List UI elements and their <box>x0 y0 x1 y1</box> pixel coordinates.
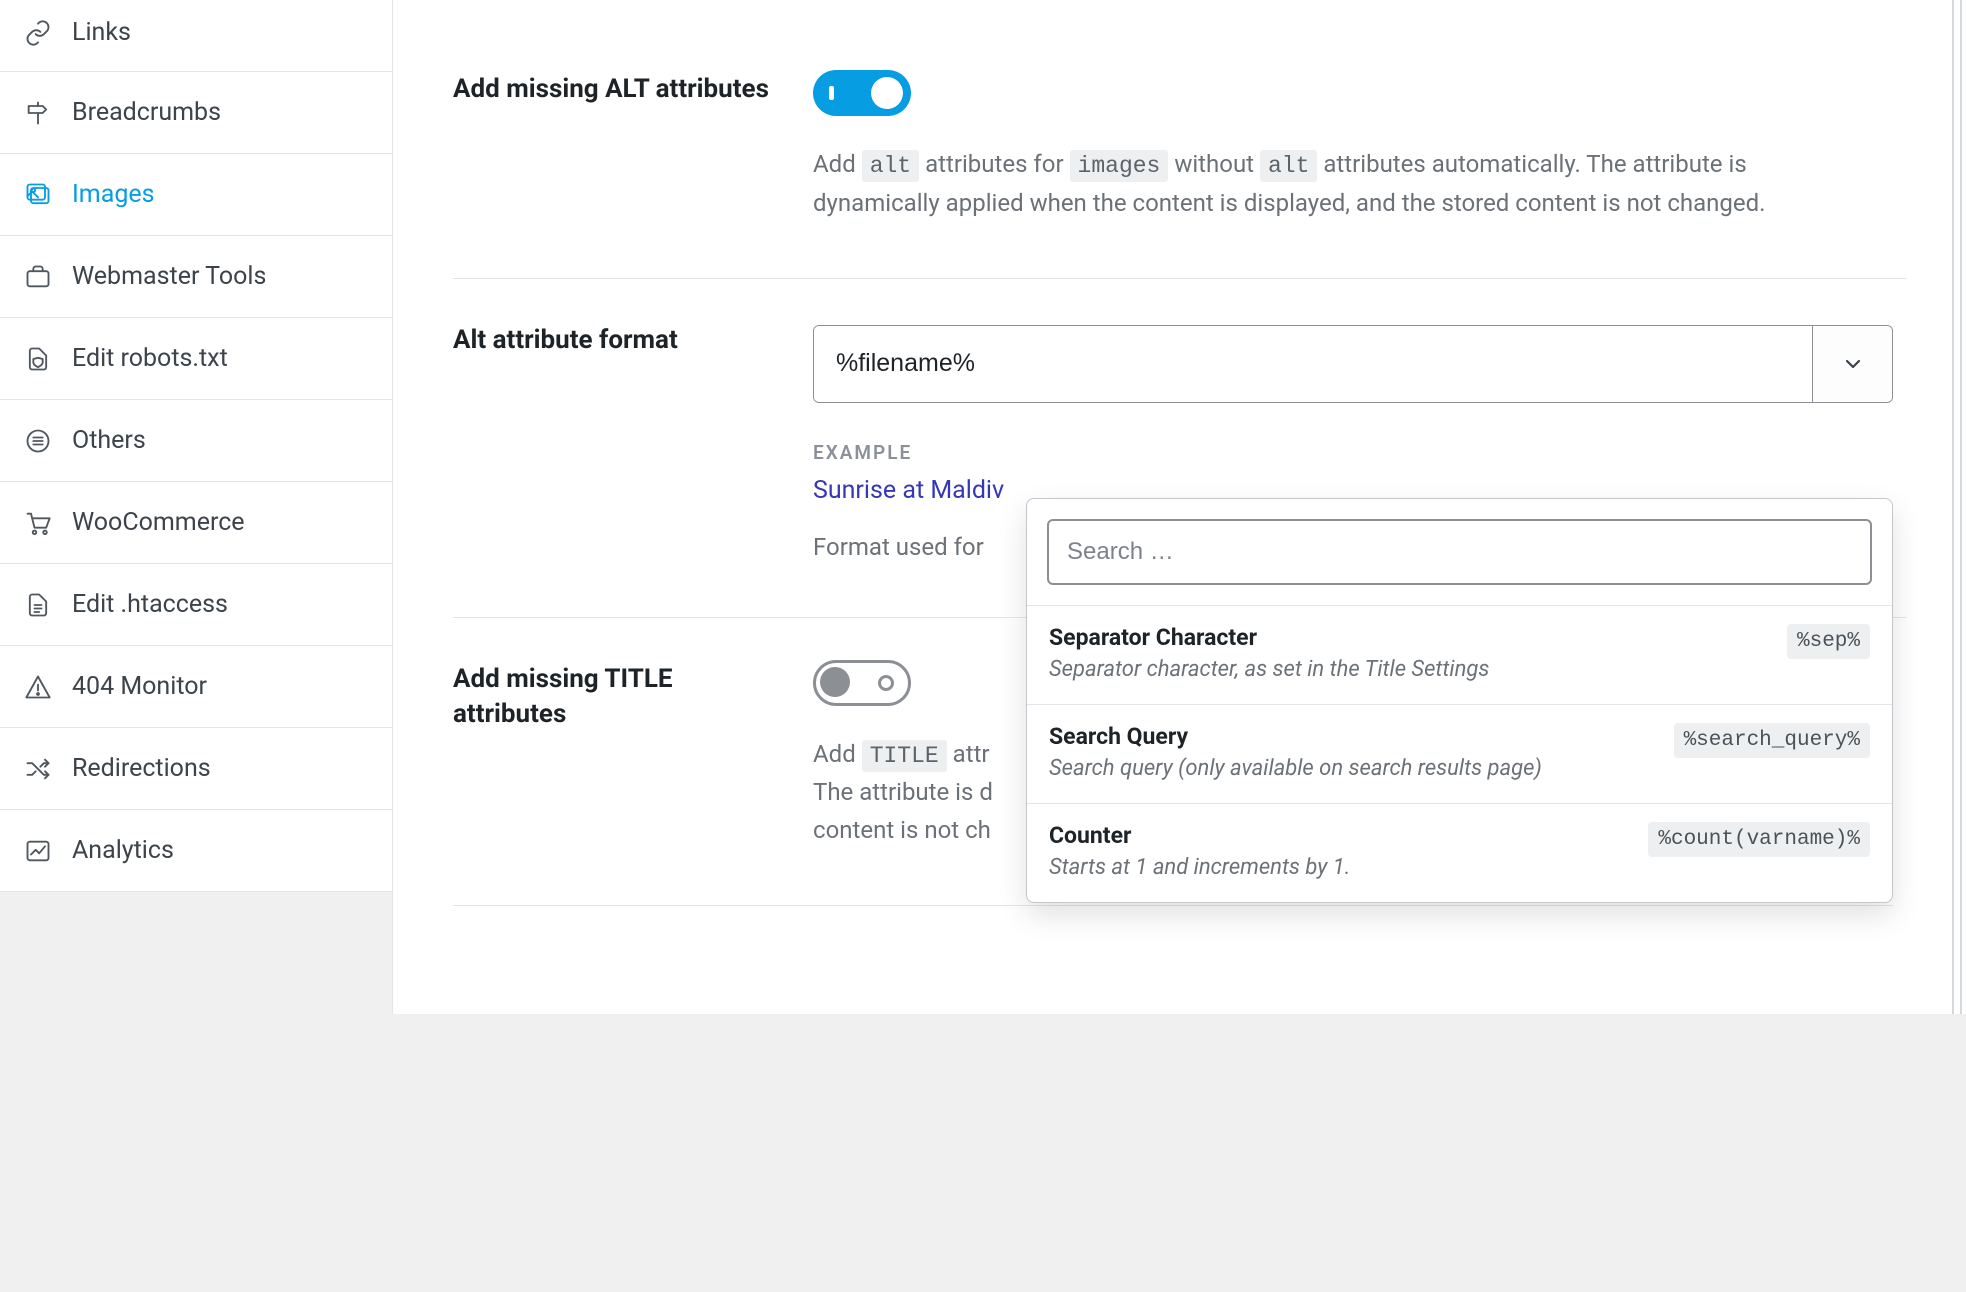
variable-option-search-query[interactable]: Search Query Search query (only availabl… <box>1027 704 1892 803</box>
alt-format-input[interactable] <box>814 326 1812 402</box>
shuffle-icon <box>24 755 72 783</box>
variable-option-tag: %sep% <box>1787 624 1870 659</box>
toggle-add-missing-title[interactable] <box>813 660 911 706</box>
sidebar-item-label: Edit .htaccess <box>72 590 228 619</box>
variable-option-description: Separator character, as set in the Title… <box>1049 657 1771 682</box>
sidebar-item-label: Redirections <box>72 754 211 783</box>
sidebar-item-webmaster-tools[interactable]: Webmaster Tools <box>0 236 392 318</box>
alt-format-variable-dropdown-button[interactable] <box>1812 326 1892 402</box>
settings-sidebar: Links Breadcrumbs Images Webmaster Tools… <box>0 0 393 1014</box>
cart-icon <box>24 509 72 537</box>
variable-option-separator[interactable]: Separator Character Separator character,… <box>1027 605 1892 704</box>
variable-option-tag: %count(varname)% <box>1648 822 1870 857</box>
list-icon <box>24 427 72 455</box>
sidebar-item-woocommerce[interactable]: WooCommerce <box>0 482 392 564</box>
sidebar-item-edit-robots[interactable]: Edit robots.txt <box>0 318 392 400</box>
chevron-down-icon <box>1841 352 1865 376</box>
briefcase-icon <box>24 263 72 291</box>
file-text-icon <box>24 591 72 619</box>
sidebar-item-breadcrumbs[interactable]: Breadcrumbs <box>0 72 392 154</box>
toggle-add-missing-alt[interactable] <box>813 70 911 116</box>
sidebar-item-edit-htaccess[interactable]: Edit .htaccess <box>0 564 392 646</box>
sidebar-item-label: 404 Monitor <box>72 672 207 701</box>
variable-option-counter[interactable]: Counter Starts at 1 and increments by 1.… <box>1027 803 1892 902</box>
variable-option-title: Separator Character <box>1049 624 1771 651</box>
example-label: EXAMPLE <box>813 441 1906 464</box>
sidebar-item-404-monitor[interactable]: 404 Monitor <box>0 646 392 728</box>
variable-option-description: Starts at 1 and increments by 1. <box>1049 855 1632 880</box>
sidebar-empty-area <box>0 892 392 1292</box>
sidebar-item-label: Images <box>72 180 155 209</box>
variable-option-title: Search Query <box>1049 723 1658 750</box>
variable-search-input[interactable] <box>1047 519 1872 585</box>
setting-label: Alt attribute format <box>453 319 773 358</box>
setting-add-missing-alt: Add missing ALT attributes Add alt attri… <box>453 0 1906 279</box>
signpost-icon <box>24 99 72 127</box>
variable-option-description: Search query (only available on search r… <box>1049 756 1658 781</box>
variable-option-tag: %search_query% <box>1674 723 1870 758</box>
sidebar-item-links[interactable]: Links <box>0 0 392 72</box>
setting-label: Add missing TITLE attributes <box>453 658 773 732</box>
alt-format-input-group <box>813 325 1893 403</box>
warning-icon <box>24 673 72 701</box>
link-icon <box>24 19 72 47</box>
variable-option-title: Counter <box>1049 822 1632 849</box>
chart-icon <box>24 837 72 865</box>
variable-dropdown-popover: Separator Character Separator character,… <box>1026 498 1893 903</box>
setting-description: Add alt attributes for images without al… <box>813 146 1873 222</box>
sidebar-item-label: Links <box>72 18 131 47</box>
sidebar-item-analytics[interactable]: Analytics <box>0 810 392 892</box>
file-shield-icon <box>24 345 72 373</box>
sidebar-item-images[interactable]: Images <box>0 154 392 236</box>
sidebar-item-label: Others <box>72 426 146 455</box>
images-icon <box>24 181 72 209</box>
sidebar-item-label: Analytics <box>72 836 174 865</box>
right-panel-divider <box>1952 0 1962 1014</box>
sidebar-item-label: WooCommerce <box>72 508 245 537</box>
sidebar-item-redirections[interactable]: Redirections <box>0 728 392 810</box>
setting-label: Add missing ALT attributes <box>453 68 773 107</box>
sidebar-item-label: Breadcrumbs <box>72 98 221 127</box>
sidebar-item-others[interactable]: Others <box>0 400 392 482</box>
sidebar-item-label: Webmaster Tools <box>72 262 266 291</box>
sidebar-item-label: Edit robots.txt <box>72 344 228 373</box>
